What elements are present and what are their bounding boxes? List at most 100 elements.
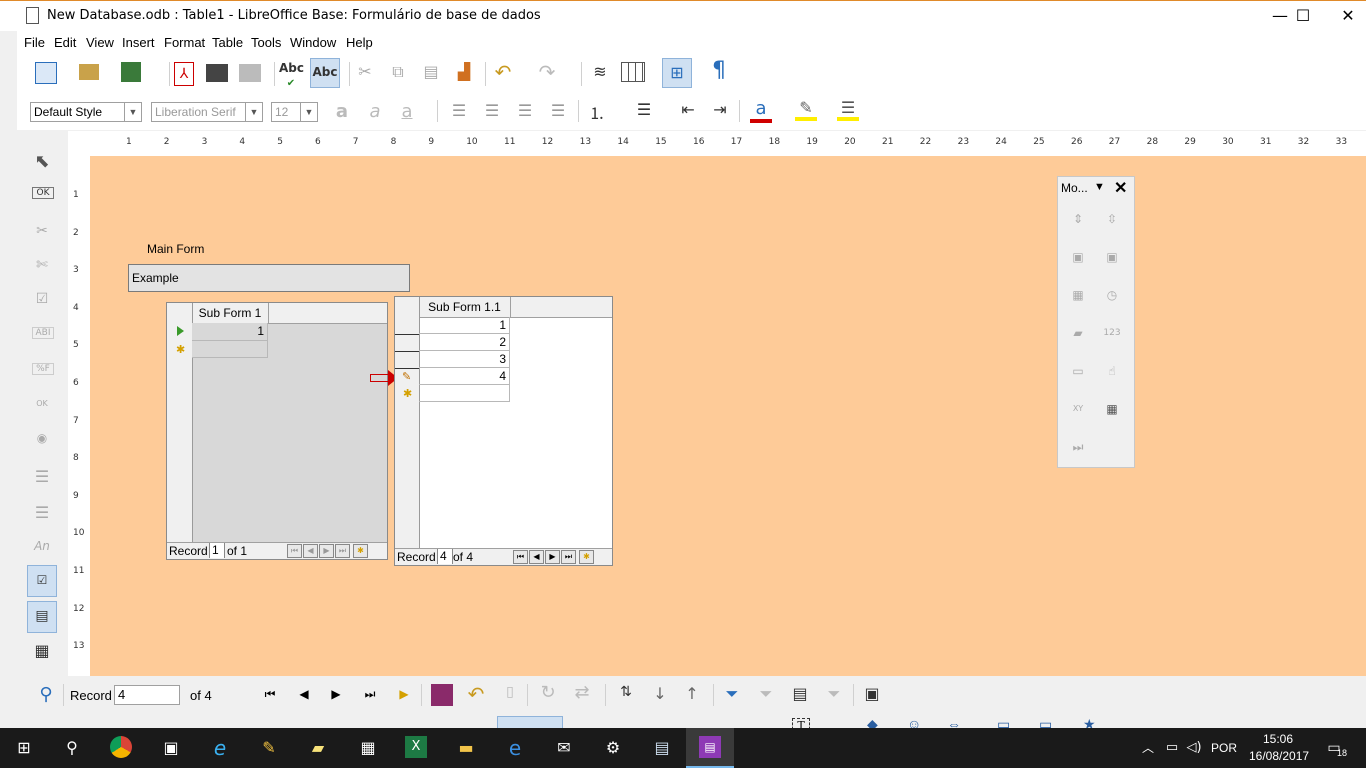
search-icon[interactable]: ⚲ bbox=[60, 736, 84, 760]
menu-view[interactable]: View bbox=[86, 35, 114, 50]
sort-ascending-icon[interactable]: ↓ bbox=[649, 684, 671, 703]
subform1-column-header[interactable]: Sub Form 1 bbox=[192, 303, 269, 323]
subform11-record-number[interactable]: 4 bbox=[437, 549, 453, 564]
form-properties-icon[interactable]: ▦ bbox=[32, 641, 52, 660]
print-icon[interactable] bbox=[206, 64, 228, 82]
paragraph-background-icon[interactable]: ☰ bbox=[837, 98, 859, 121]
previous-record-icon[interactable]: ◀ bbox=[295, 687, 313, 701]
last-record-icon[interactable]: ⏭ bbox=[361, 687, 379, 702]
internet-explorer-icon[interactable]: e bbox=[208, 736, 232, 760]
new-record-icon[interactable]: ▶ bbox=[395, 687, 413, 701]
undo-record-icon[interactable]: ↶ bbox=[465, 682, 487, 706]
autofilter-icon[interactable]: ⏷ bbox=[721, 684, 743, 704]
document-canvas[interactable]: Main Form Example Sub Form 1 1 ✱ Record … bbox=[90, 156, 1366, 676]
table-cell[interactable]: 4 bbox=[419, 368, 510, 385]
increase-indent-icon[interactable]: ⇥ bbox=[709, 100, 731, 119]
numbering-icon[interactable]: ⒈ bbox=[586, 100, 608, 124]
mail-icon[interactable]: ✉ bbox=[552, 736, 576, 760]
data-source-icon[interactable]: ▣ bbox=[861, 684, 883, 703]
paragraph-style-combo[interactable]: Default Style ▼ bbox=[30, 102, 142, 122]
table-cell[interactable]: 1 bbox=[192, 323, 268, 341]
chevron-down-icon[interactable]: ▼ bbox=[124, 103, 141, 121]
new-document-icon[interactable] bbox=[35, 62, 57, 84]
close-button[interactable]: ✕ bbox=[1325, 1, 1366, 31]
main-form-text-field[interactable]: Example bbox=[128, 264, 410, 292]
chevron-down-icon[interactable]: ▼ bbox=[245, 103, 262, 121]
spelling-icon[interactable]: Abc ✔ bbox=[279, 61, 304, 89]
menu-format[interactable]: Format bbox=[164, 35, 205, 50]
menu-file[interactable]: File bbox=[24, 35, 45, 50]
chrome-icon[interactable] bbox=[110, 736, 132, 758]
menu-window[interactable]: Window bbox=[290, 35, 336, 50]
table-cell[interactable] bbox=[192, 341, 268, 358]
language-indicator[interactable]: POR bbox=[1211, 741, 1237, 755]
undo-icon[interactable]: ↶ bbox=[491, 60, 515, 84]
edge-icon[interactable]: e bbox=[503, 736, 527, 760]
table-cell[interactable]: 1 bbox=[419, 317, 510, 334]
new-record-icon[interactable]: ✱ bbox=[353, 544, 368, 558]
subform1-table[interactable]: Sub Form 1 1 ✱ Record 1 of 1 ⏮ ◀ ▶ ⏭ ✱ bbox=[166, 302, 388, 560]
previous-record-icon[interactable]: ◀ bbox=[529, 550, 544, 564]
settings-gear-icon[interactable]: ⚙ bbox=[601, 736, 625, 760]
table-cell[interactable]: 3 bbox=[419, 351, 510, 368]
store-icon[interactable]: ▣ bbox=[159, 736, 183, 760]
subform11-table[interactable]: Sub Form 1.1 1 2 3 4 ✎ ✱ Record 4 of 4 ⏮… bbox=[394, 296, 613, 566]
paint-icon[interactable]: ✎ bbox=[257, 736, 281, 760]
form-filter-icon[interactable]: ▤ bbox=[789, 684, 811, 703]
vertical-ruler[interactable]: 1 2 3 4 5 6 7 8 9 10 11 12 13 bbox=[68, 156, 90, 676]
more-controls-icon[interactable]: ☑ bbox=[27, 565, 57, 597]
insert-field-icon[interactable]: ≋ bbox=[589, 62, 611, 81]
highlight-icon[interactable]: ✎ bbox=[795, 98, 817, 121]
auto-spellcheck-icon[interactable]: Abc bbox=[310, 58, 340, 88]
save-icon[interactable] bbox=[121, 62, 141, 82]
sticky-notes-icon[interactable]: ▰ bbox=[306, 736, 330, 760]
insert-table-icon[interactable] bbox=[621, 62, 645, 82]
menu-help[interactable]: Help bbox=[346, 35, 373, 50]
chevron-down-icon[interactable]: ▼ bbox=[300, 103, 317, 121]
panel-close-icon[interactable]: ✕ bbox=[1114, 178, 1127, 198]
menu-edit[interactable]: Edit bbox=[54, 35, 76, 50]
next-record-icon[interactable]: ▶ bbox=[545, 550, 560, 564]
windows-start-icon[interactable]: ⊞ bbox=[12, 736, 36, 760]
menu-tools[interactable]: Tools bbox=[251, 35, 281, 50]
first-record-icon[interactable]: ⏮ bbox=[513, 550, 528, 564]
save-record-icon[interactable] bbox=[431, 684, 453, 706]
volume-icon[interactable]: ◁) bbox=[1182, 736, 1206, 760]
menu-table[interactable]: Table bbox=[212, 35, 243, 50]
clock-date[interactable]: 16/08/2017 bbox=[1249, 749, 1309, 763]
table-control-icon[interactable]: ▦ bbox=[1102, 399, 1122, 419]
menu-insert[interactable]: Insert bbox=[122, 35, 155, 50]
excel-icon[interactable]: X bbox=[405, 736, 427, 758]
file-explorer-icon[interactable]: ▬ bbox=[454, 736, 478, 760]
export-pdf-icon[interactable]: ⅄ bbox=[174, 62, 194, 86]
select-pointer-icon[interactable]: ⬉ bbox=[32, 151, 52, 172]
push-button-icon[interactable]: OK bbox=[32, 187, 54, 199]
decrease-indent-icon[interactable]: ⇤ bbox=[677, 100, 699, 119]
bullets-icon[interactable]: ☰ bbox=[633, 100, 655, 119]
table-cell[interactable]: 2 bbox=[419, 334, 510, 351]
network-icon[interactable]: ▭ bbox=[1160, 736, 1184, 760]
libreoffice-base-icon[interactable]: ▤ bbox=[699, 736, 721, 758]
clone-formatting-icon[interactable]: ▟ bbox=[454, 62, 474, 81]
record-number-input[interactable]: 4 bbox=[114, 685, 180, 705]
font-size-combo[interactable]: 12 ▼ bbox=[271, 102, 318, 122]
panel-menu-icon[interactable]: ▼ bbox=[1094, 181, 1105, 193]
clock-time[interactable]: 15:06 bbox=[1263, 732, 1293, 746]
calculator-icon[interactable]: ▦ bbox=[356, 736, 380, 760]
horizontal-ruler[interactable]: 1 2 3 4 5 6 7 8 9 10 11 12 13 14 15 16 17 18 19 20 21 22 23 24 2… bbox=[90, 131, 1366, 156]
show-hidden-icons-icon[interactable]: ︿ bbox=[1136, 736, 1160, 760]
last-record-icon[interactable]: ⏭ bbox=[561, 550, 576, 564]
design-mode-icon[interactable]: ⊞ bbox=[662, 58, 692, 88]
open-folder-icon[interactable] bbox=[79, 64, 99, 80]
font-color-icon[interactable]: a bbox=[750, 98, 772, 123]
subform1-record-number[interactable]: 1 bbox=[209, 543, 225, 558]
subform11-column-header[interactable]: Sub Form 1.1 bbox=[419, 297, 511, 317]
find-record-icon[interactable]: ⚲ bbox=[35, 684, 57, 705]
remote-desktop-icon[interactable]: ▤ bbox=[650, 736, 674, 760]
table-cell[interactable] bbox=[419, 385, 510, 402]
sort-icon[interactable]: ⇅ bbox=[615, 684, 637, 700]
formatting-marks-icon[interactable]: ¶ bbox=[707, 58, 731, 83]
sort-descending-icon[interactable]: ↑ bbox=[681, 684, 703, 703]
new-record-icon[interactable]: ✱ bbox=[579, 550, 594, 564]
form-navigator-icon[interactable]: ▤ bbox=[27, 601, 57, 633]
